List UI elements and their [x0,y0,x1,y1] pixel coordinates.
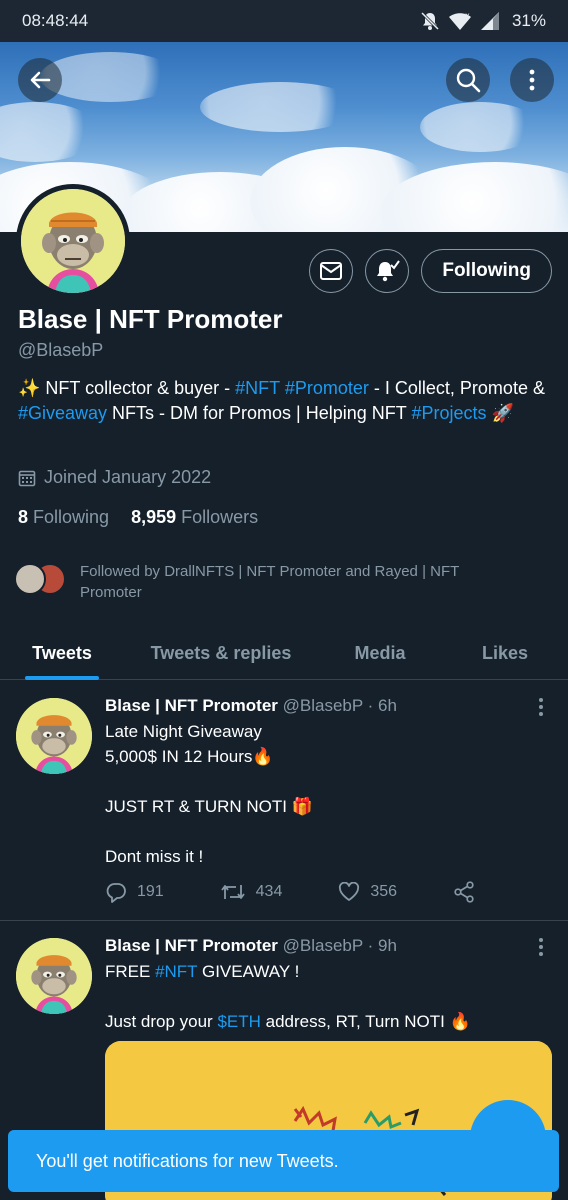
back-arrow-icon [30,71,51,89]
profile-name: Blase | NFT Promoter [18,304,283,334]
bio-emoji-rocket: 🚀 [491,403,514,423]
retweet-icon [220,885,245,899]
tweet-text: Late Night Giveaway 5,000$ IN 12 Hours🔥 … [105,719,545,869]
hashtag-link[interactable]: #Promoter [285,378,369,398]
notification-toast: You'll get notifications for new Tweets. [8,1130,559,1192]
profile-bio: ✨ NFT collector & buyer - #NFT #Promoter… [18,376,548,426]
tweet-text: FREE #NFT GIVEAWAY ! Just drop your $ETH… [105,959,545,1034]
followers-count: 8,959 [131,507,177,527]
svg-text:x: x [465,11,470,20]
following-label: Following [33,507,110,527]
hashtag-link[interactable]: #NFT [235,378,280,398]
bio-emoji-sparkles: ✨ [18,378,41,398]
gift-emoji: 🎁 [291,797,313,816]
fire-emoji: 🔥 [252,747,274,766]
search-button[interactable] [446,58,490,102]
heart-icon [339,882,360,901]
joined-date: Joined January 2022 [18,467,211,488]
retweet-button[interactable]: 434 [220,882,283,902]
reply-button[interactable]: 191 [105,881,164,903]
tweet-time: · 9h [367,936,397,955]
cashtag-link[interactable]: $ETH [217,1012,260,1031]
tab-tweets-replies[interactable]: Tweets & replies [124,626,318,680]
tweet-author-handle: @BlasebP [282,696,363,715]
tweet-author-handle: @BlasebP [282,936,363,955]
following-button[interactable]: Following [421,249,552,293]
bored-ape-avatar-icon [16,698,92,774]
followers-label: Followers [181,507,259,527]
search-icon [456,68,481,93]
more-vertical-icon [529,69,535,91]
notifications-button[interactable] [365,249,410,293]
bell-check-icon [377,260,401,282]
tweet-header: Blase | NFT Promoter @BlasebP · 6h [105,696,397,716]
tweet-avatar[interactable] [16,698,92,774]
follow-stats: 8 Following 8,959 Followers [18,507,258,528]
reply-count: 191 [137,883,164,900]
status-icons: x 31% [420,11,546,31]
tweet-line: FREE #NFT GIVEAWAY ! [105,962,300,981]
mutual-avatar [14,563,46,595]
tweet-line: Just drop your $ETH address, RT, Turn NO… [105,1012,471,1031]
reply-icon [106,883,126,903]
mutual-avatars [14,561,70,595]
following-link[interactable]: 8 Following [18,507,109,528]
tweet-line: Dont miss it ! [105,847,204,866]
hashtag-link[interactable]: #Giveaway [18,403,107,423]
tweet-header: Blase | NFT Promoter @BlasebP · 9h [105,936,397,956]
followed-by-text: Followed by DrallNFTS | NFT Promoter and… [80,563,460,601]
signal-icon [480,12,499,30]
tweet-line: JUST RT & TURN NOTI 🎁 [105,797,313,816]
tab-tweets[interactable]: Tweets [0,626,124,680]
following-count: 8 [18,507,29,527]
joined-text: Joined January 2022 [44,467,212,487]
tab-media[interactable]: Media [318,626,442,680]
tweet-line: Late Night Giveaway [105,722,262,741]
bored-ape-avatar-icon [16,938,92,1014]
followed-by[interactable]: Followed by DrallNFTS | NFT Promoter and… [14,561,500,603]
tweet-line: 5,000$ IN 12 Hours🔥 [105,747,274,766]
hashtag-link[interactable]: #Projects [411,403,486,423]
tweet-more-button[interactable] [536,938,546,956]
message-button[interactable] [309,249,354,293]
status-bar: 08:48:44 x 31% [0,0,568,42]
profile-handle: @BlasebP [18,340,104,360]
hashtag-link[interactable]: #NFT [155,962,197,981]
calendar-icon [18,470,36,486]
mute-bell-icon [420,11,440,31]
wifi-icon: x [448,11,471,30]
battery-percent: 31% [511,11,546,30]
tweet-more-button[interactable] [536,698,546,716]
envelope-icon [320,262,343,280]
profile-tabs: Tweets Tweets & replies Media Likes [0,626,568,680]
bored-ape-avatar-icon [21,189,125,293]
status-time: 08:48:44 [22,11,89,30]
followers-link[interactable]: 8,959 Followers [131,507,258,528]
profile-avatar[interactable] [16,184,130,298]
share-icon [454,881,474,903]
tab-likes[interactable]: Likes [442,626,568,680]
like-button[interactable]: 356 [338,882,397,902]
fire-emoji: 🔥 [449,1012,471,1031]
tweet-actions: 191 434 356 [105,881,475,903]
bio-text: - I Collect, Promote & [368,378,545,398]
tweet-time: · 6h [367,696,397,715]
back-button[interactable] [18,58,62,102]
tweet-author-name[interactable]: Blase | NFT Promoter [105,696,278,715]
retweet-count: 434 [255,883,283,900]
share-button[interactable] [453,881,475,903]
bio-text: NFT collector & buyer - [40,378,236,398]
tweet-avatar[interactable] [16,938,92,1014]
tweet-author-name[interactable]: Blase | NFT Promoter [105,936,278,955]
more-options-button[interactable] [510,58,554,102]
bio-text: NFTs - DM for Promos | Helping NFT [107,403,412,423]
like-count: 356 [370,883,398,900]
tweet[interactable]: Blase | NFT Promoter @BlasebP · 6h Late … [0,680,568,920]
profile-actions: Following [309,249,552,293]
